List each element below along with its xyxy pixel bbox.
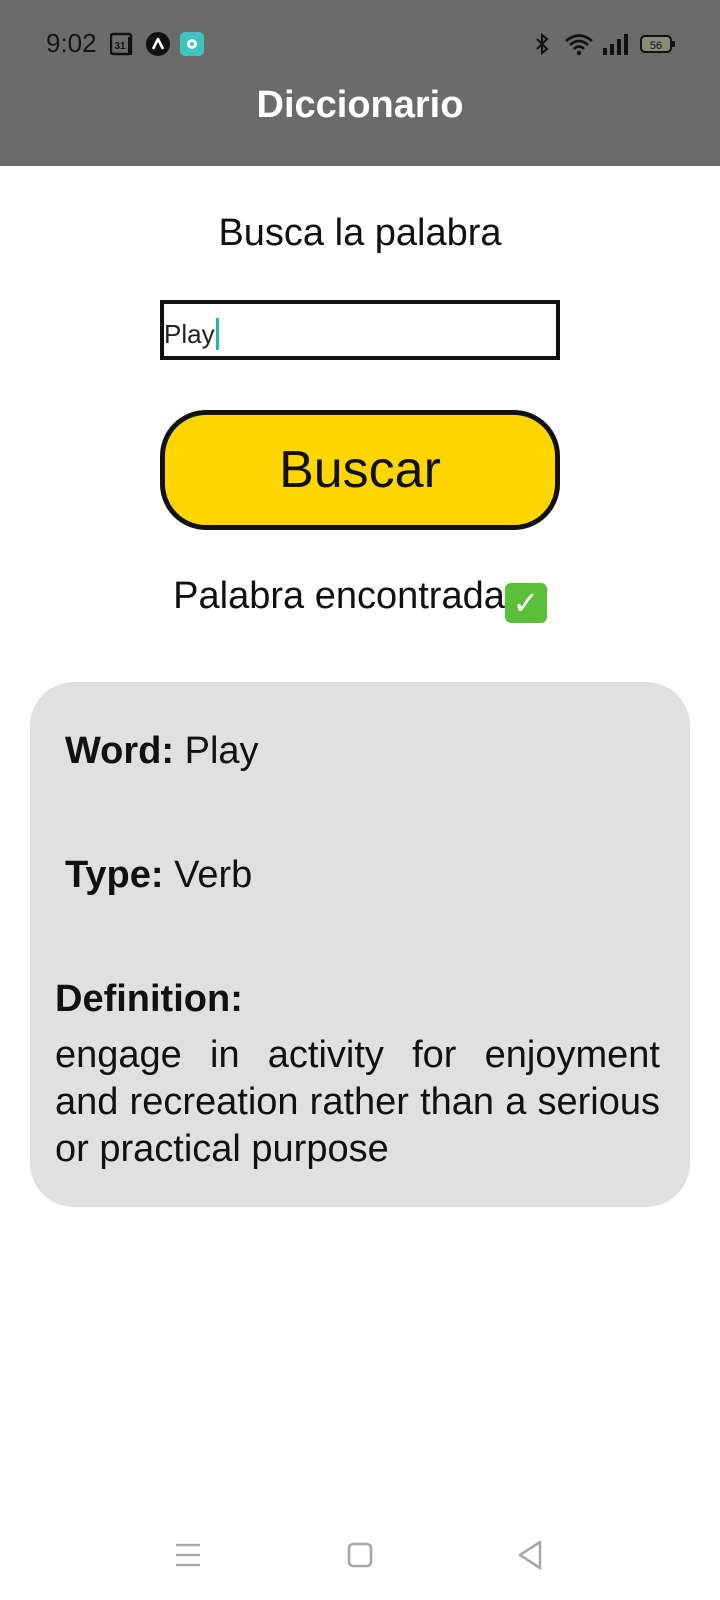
search-input-text: Play [164, 319, 215, 349]
result-status-text: Palabra encontrada [173, 575, 505, 617]
type-value: Verb [174, 854, 253, 896]
back-icon[interactable] [510, 1530, 550, 1580]
type-label: Type: [65, 854, 164, 896]
battery-icon: 56 [640, 35, 675, 53]
text-caret [215, 318, 219, 350]
signal-icon [603, 34, 628, 55]
word-value: Play [184, 730, 259, 772]
word-row: Word: Play [65, 730, 259, 773]
app-header: 9:02 31 56 Diccionario [0, 0, 720, 166]
home-icon[interactable] [340, 1530, 380, 1580]
bluetooth-icon [536, 32, 549, 56]
status-time: 9:02 [46, 28, 97, 58]
definition-card: Word: Play Type: Verb Definition: engage… [30, 682, 690, 1207]
type-row: Type: Verb [65, 854, 252, 897]
result-status: Palabra encontrada ✓ [0, 575, 720, 623]
a-logo-icon [146, 32, 170, 56]
status-bar: 9:02 31 56 [0, 22, 720, 66]
calendar-icon: 31 [110, 32, 133, 56]
menu-icon[interactable] [168, 1530, 208, 1580]
search-input-value[interactable]: Play [164, 318, 219, 350]
search-input[interactable]: Play [160, 300, 560, 360]
page-title: Diccionario [256, 84, 464, 126]
app-notification-icon [180, 32, 204, 56]
system-nav-bar [0, 1530, 720, 1580]
definition-label: Definition: [55, 978, 243, 1020]
search-button[interactable]: Buscar [160, 410, 560, 530]
battery-level: 56 [650, 40, 662, 52]
calendar-day: 31 [114, 41, 126, 52]
search-prompt: Busca la palabra [218, 212, 502, 254]
check-mark-icon: ✓ [504, 583, 547, 623]
search-button-label: Buscar [279, 441, 441, 499]
wifi-icon [565, 34, 593, 56]
definition-text: engage in activity for enjoyment and rec… [55, 1034, 660, 1170]
word-label: Word: [65, 730, 175, 772]
